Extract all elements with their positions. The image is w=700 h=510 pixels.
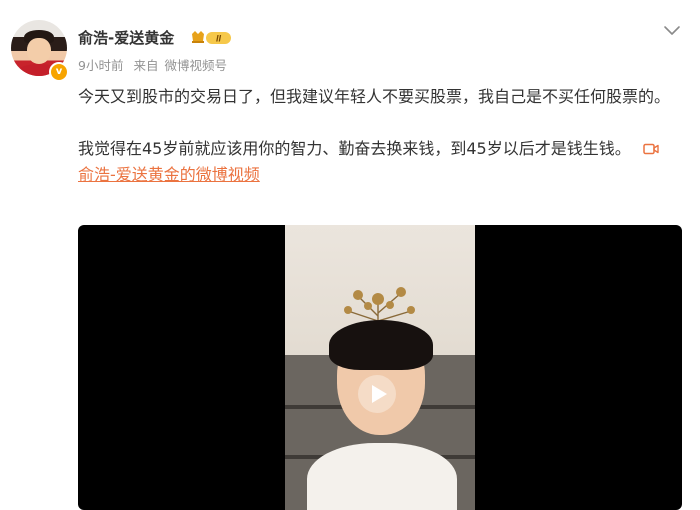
play-icon xyxy=(372,385,387,403)
chevron-down-icon[interactable] xyxy=(663,23,681,37)
verified-v-icon: v xyxy=(49,62,69,82)
post-time[interactable]: 9小时前 xyxy=(78,58,123,73)
level-badge-text: II xyxy=(216,34,222,44)
post-meta: 9小时前 来自 微博视频号 xyxy=(78,55,227,74)
video-thumbnail xyxy=(285,225,475,510)
post-source[interactable]: 微博视频号 xyxy=(164,58,227,73)
post-paragraph-1: 今天又到股市的交易日了，但我建议年轻人不要买股票，我自己是不买任何股票的。 xyxy=(78,87,671,106)
post-paragraph-2: 我觉得在45岁前就应该用你的智力、勤奋去换来钱，到45岁以后才是钱生钱。 xyxy=(78,139,631,158)
source-prefix: 来自 xyxy=(133,58,159,73)
post-body: 今天又到股市的交易日了，但我建议年轻人不要买股票，我自己是不买任何股票的。 我觉… xyxy=(78,84,676,188)
video-link[interactable]: 俞浩-爱送黄金的微博视频 xyxy=(78,165,260,184)
video-player[interactable] xyxy=(78,225,682,510)
video-camera-icon[interactable] xyxy=(642,143,659,155)
play-button[interactable] xyxy=(358,375,396,413)
author-name[interactable]: 俞浩-爱送黄金 xyxy=(78,27,174,48)
level-badge-icon[interactable]: II xyxy=(191,29,233,46)
post-paragraph-2-wrap: 我觉得在45岁前就应该用你的智力、勤奋去换来钱，到45岁以后才是钱生钱。 xyxy=(78,136,676,162)
